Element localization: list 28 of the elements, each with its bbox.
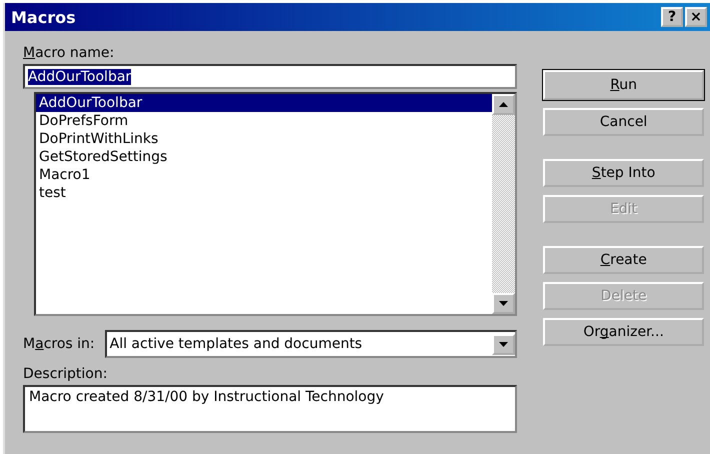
macro-list-item[interactable]: test [36, 184, 492, 202]
close-button[interactable]: × [685, 7, 707, 27]
dialog-button[interactable]: Step Into [543, 159, 704, 187]
macro-name-label: Macro name: [23, 45, 116, 61]
dialog-button[interactable]: Create [543, 246, 704, 274]
scroll-up-button[interactable] [492, 94, 516, 115]
macro-list-item[interactable]: DoPrintWithLinks [36, 130, 492, 148]
macro-list-item[interactable]: Macro1 [36, 166, 492, 184]
up-arrow-icon [499, 102, 508, 107]
dialog-button[interactable]: Run [543, 70, 704, 100]
scroll-down-button[interactable] [492, 293, 516, 314]
macro-list-item[interactable]: AddOurToolbar [36, 94, 492, 112]
macro-name-field[interactable]: AddOurToolbar [23, 64, 518, 89]
macros-in-label: Macros in: [23, 336, 95, 352]
dropdown-button[interactable] [492, 334, 516, 354]
dialog-button[interactable]: Cancel [543, 108, 704, 136]
dropdown-value: All active templates and documents [110, 336, 362, 352]
help-button[interactable]: ? [661, 7, 683, 27]
window-title: Macros [11, 8, 76, 26]
scrollbar[interactable] [492, 94, 516, 314]
macro-list-item[interactable]: GetStoredSettings [36, 148, 492, 166]
macros-in-dropdown[interactable]: All active templates and documents [104, 330, 518, 358]
description-label: Description: [23, 366, 108, 382]
dialog-button[interactable]: Organizer... [543, 318, 704, 346]
down-arrow-icon [499, 301, 508, 306]
description-box: Macro created 8/31/00 by Instructional Technology [23, 385, 518, 433]
down-arrow-icon [499, 342, 508, 346]
macro-list-item[interactable]: DoPrefsForm [36, 112, 492, 130]
